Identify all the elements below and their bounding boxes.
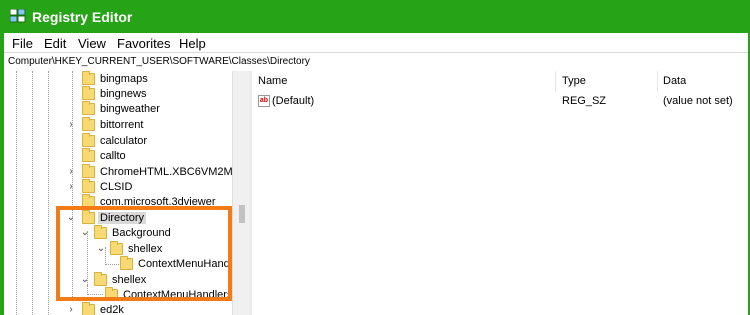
- folder-icon: [82, 179, 95, 193]
- menu-favorites[interactable]: Favorites: [117, 36, 170, 51]
- column-divider[interactable]: [555, 71, 556, 92]
- tree-item-label: CLSID: [100, 181, 133, 193]
- window-border-left: [0, 0, 4, 315]
- tree-item-label: Directory: [98, 212, 147, 224]
- column-header-name[interactable]: Name: [258, 75, 287, 87]
- folder-icon: [82, 148, 95, 162]
- tree-item-label: shellex: [112, 274, 147, 286]
- column-header-data[interactable]: Data: [663, 75, 686, 87]
- scrollbar-thumb[interactable]: [239, 205, 245, 223]
- value-data: (value not set): [663, 95, 733, 107]
- column-header-type[interactable]: Type: [562, 75, 586, 87]
- tree-item-label: ContextMenuHandlers: [123, 289, 232, 301]
- chevron-down-icon[interactable]: ⌄: [96, 242, 106, 256]
- folder-icon: [82, 101, 95, 115]
- folder-icon: [110, 241, 123, 255]
- folder-icon: [94, 272, 107, 286]
- folder-icon: [82, 194, 95, 208]
- tree-guide-line: [32, 71, 33, 315]
- folder-icon: [82, 302, 95, 315]
- tree-guide-line: [16, 71, 17, 315]
- chevron-down-icon[interactable]: ⌄: [66, 211, 76, 225]
- chevron-down-icon[interactable]: ⌄: [80, 273, 90, 287]
- address-path[interactable]: Computer\HKEY_CURRENT_USER\SOFTWARE\Clas…: [8, 56, 310, 67]
- chevron-right-icon[interactable]: ›: [66, 303, 76, 315]
- tree-scrollbar[interactable]: [232, 71, 250, 315]
- registry-editor-icon: [10, 9, 26, 23]
- tree-guide-line: [87, 294, 103, 295]
- menu-view[interactable]: View: [78, 36, 106, 51]
- folder-icon: [120, 256, 133, 270]
- menu-file[interactable]: File: [12, 36, 33, 51]
- tree-item-label: Background: [112, 227, 171, 239]
- folder-icon: [82, 210, 95, 224]
- tree-item-label: ContextMenuHandle: [138, 258, 232, 270]
- tree-guide-line: [48, 71, 49, 315]
- tree-item-label: com.microsoft.3dviewer: [100, 196, 216, 208]
- folder-icon: [82, 71, 95, 85]
- chevron-right-icon[interactable]: ›: [66, 180, 76, 194]
- tree-item-label: ChromeHTML.XBC6VM2MVP: [100, 166, 232, 178]
- folder-icon: [82, 86, 95, 100]
- folder-icon: [82, 164, 95, 178]
- window-title: Registry Editor: [32, 9, 133, 25]
- tree-guide-line: [105, 264, 119, 265]
- chevron-down-icon[interactable]: ⌄: [80, 226, 90, 240]
- tree-item-label: bingmaps: [100, 73, 148, 85]
- chevron-right-icon[interactable]: ›: [66, 118, 76, 132]
- tree-item-label: calculator: [100, 135, 148, 147]
- value-type: REG_SZ: [562, 95, 607, 107]
- folder-icon: [94, 225, 107, 239]
- address-bar[interactable]: Computer\HKEY_CURRENT_USER\SOFTWARE\Clas…: [4, 52, 748, 72]
- title-bar: Registry Editor: [0, 0, 750, 33]
- registry-tree[interactable]: bingmaps bingnews bingweather › bittorre…: [4, 71, 232, 315]
- string-value-icon: ab: [258, 95, 270, 107]
- tree-item-label: shellex: [128, 243, 163, 255]
- tree-item-label: bingnews: [100, 88, 147, 100]
- menu-help[interactable]: Help: [179, 36, 206, 51]
- menu-edit[interactable]: Edit: [44, 36, 66, 51]
- tree-item-label: bingweather: [100, 103, 160, 115]
- tree-item-label: bittorrent: [100, 119, 144, 131]
- folder-icon: [82, 133, 95, 147]
- folder-icon: [105, 287, 118, 301]
- value-name: (Default): [272, 95, 315, 107]
- column-divider[interactable]: [657, 71, 658, 92]
- tree-item-label: callto: [100, 150, 126, 162]
- menu-bar: File Edit View Favorites Help: [4, 33, 748, 52]
- tree-item-label: ed2k: [100, 304, 124, 315]
- values-list[interactable]: Name Type Data ab (Default) REG_SZ (valu…: [252, 71, 748, 315]
- folder-icon: [82, 117, 95, 131]
- chevron-right-icon[interactable]: ›: [66, 165, 76, 179]
